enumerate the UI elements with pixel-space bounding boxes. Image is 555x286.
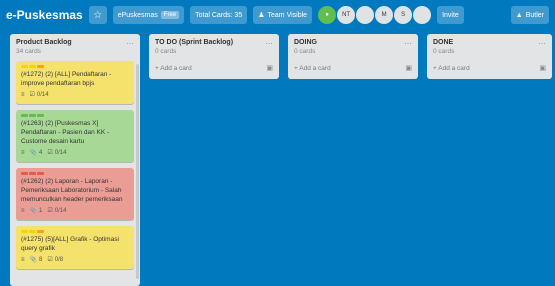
description-icon: ≡ bbox=[21, 150, 25, 156]
description-icon: ≡ bbox=[21, 92, 25, 98]
visibility-label: Team Visible bbox=[267, 11, 308, 19]
avatar[interactable]: NT bbox=[337, 6, 356, 24]
list-count: 0 cards bbox=[433, 48, 455, 55]
board-lists: Product Backlog … 34 cards (#1272) (2) [… bbox=[10, 34, 552, 286]
list-title[interactable]: TO DO (Sprint Backlog) bbox=[155, 39, 233, 46]
template-icon[interactable]: ▣ bbox=[405, 64, 412, 72]
attachment-count: 1 bbox=[39, 208, 43, 214]
card-labels bbox=[21, 172, 129, 175]
list-menu-icon[interactable]: … bbox=[404, 38, 412, 46]
card-labels bbox=[21, 65, 129, 68]
label bbox=[29, 230, 36, 233]
list-menu-icon[interactable]: … bbox=[538, 38, 546, 46]
butler-button[interactable]: ▲ Butler bbox=[510, 6, 549, 24]
member-avatars: ● NT M S bbox=[318, 6, 432, 24]
butler-icon: ▲ bbox=[515, 11, 523, 19]
avatar[interactable]: ● bbox=[318, 6, 337, 24]
label bbox=[37, 172, 44, 175]
checklist-badge: ☑ 0/14 bbox=[47, 207, 66, 216]
card-title: (#1272) (2) [ALL] Pendaftaran - improve … bbox=[21, 71, 112, 87]
avatar[interactable]: M bbox=[375, 6, 394, 24]
paperclip-icon: 📎 bbox=[29, 257, 37, 263]
avatar[interactable] bbox=[413, 6, 432, 24]
label bbox=[21, 172, 28, 175]
list-title[interactable]: DONE bbox=[433, 39, 453, 46]
card[interactable]: (#1263) (2) [Puskesmas X] Pendaftaran - … bbox=[16, 110, 134, 162]
template-icon[interactable]: ▣ bbox=[266, 64, 273, 72]
team-name: ePuskesmas bbox=[117, 11, 158, 19]
template-icon[interactable]: ▣ bbox=[539, 64, 546, 72]
card[interactable]: (#1275) (5)[ALL] Grafik - Optimasi query… bbox=[16, 226, 134, 269]
checklist-icon: ☑ bbox=[29, 92, 35, 98]
team-tag: Free bbox=[160, 11, 180, 19]
label bbox=[29, 172, 36, 175]
team-icon: ♟ bbox=[258, 12, 265, 19]
paperclip-icon: 📎 bbox=[29, 208, 37, 214]
label bbox=[37, 65, 44, 68]
paperclip-icon: 📎 bbox=[29, 150, 37, 156]
list-count: 0 cards bbox=[155, 48, 177, 55]
card-title: (#1275) (5)[ALL] Grafik - Optimasi query… bbox=[21, 236, 119, 252]
attachment-count: 4 bbox=[39, 150, 43, 156]
butler-label: Butler bbox=[525, 11, 544, 19]
list-doing: DOING … 0 cards + Add a card ▣ bbox=[288, 34, 418, 79]
team-button[interactable]: ePuskesmas Free bbox=[112, 6, 185, 24]
card-labels bbox=[21, 114, 129, 117]
checklist-icon: ☑ bbox=[47, 208, 53, 214]
board-title[interactable]: e-Puskesmas bbox=[6, 8, 83, 22]
list-done: DONE … 0 cards + Add a card ▣ bbox=[427, 34, 552, 79]
card[interactable]: (#1272) (2) [ALL] Pendaftaran - improve … bbox=[16, 61, 134, 104]
card[interactable]: (#1262) (2) Laporan - Laporan - Pemeriks… bbox=[16, 168, 134, 220]
add-card-button[interactable]: + Add a card bbox=[155, 65, 192, 72]
list-title[interactable]: DOING bbox=[294, 39, 317, 46]
board-header: e-Puskesmas ☆ ePuskesmas Free Total Card… bbox=[0, 0, 555, 30]
add-card-button[interactable]: + Add a card bbox=[294, 65, 331, 72]
checklist-count: 0/14 bbox=[54, 150, 67, 156]
add-card-button[interactable]: + Add a card bbox=[433, 65, 470, 72]
checklist-icon: ☑ bbox=[47, 257, 53, 263]
list-product-backlog: Product Backlog … 34 cards (#1272) (2) [… bbox=[10, 34, 140, 286]
star-icon[interactable]: ☆ bbox=[88, 6, 107, 24]
label bbox=[37, 114, 44, 117]
list-scrollbar[interactable] bbox=[136, 64, 139, 279]
description-icon: ≡ bbox=[21, 257, 25, 263]
label bbox=[21, 230, 28, 233]
visibility-button[interactable]: ♟ Team Visible bbox=[253, 6, 313, 24]
avatar[interactable] bbox=[356, 6, 375, 24]
checklist-count: 0/14 bbox=[36, 92, 49, 98]
card-labels bbox=[21, 230, 129, 233]
list-title[interactable]: Product Backlog bbox=[16, 39, 72, 46]
attachment-badge: 📎 1 bbox=[30, 207, 43, 216]
avatar[interactable]: S bbox=[394, 6, 413, 24]
checklist-count: 0/8 bbox=[54, 257, 64, 263]
card-title: (#1262) (2) Laporan - Laporan - Pemeriks… bbox=[21, 178, 123, 203]
card-title: (#1263) (2) [Puskesmas X] Pendaftaran - … bbox=[21, 120, 110, 145]
list-count: 0 cards bbox=[294, 48, 316, 55]
attachment-badge: 📎 8 bbox=[30, 256, 43, 265]
checklist-icon: ☑ bbox=[47, 150, 53, 156]
total-cards-button[interactable]: Total Cards: 35 bbox=[190, 6, 248, 24]
list-count: 34 cards bbox=[16, 48, 41, 55]
checklist-count: 0/14 bbox=[54, 208, 67, 214]
invite-button[interactable]: Invite bbox=[437, 6, 464, 24]
description-icon: ≡ bbox=[21, 208, 25, 214]
list-todo: TO DO (Sprint Backlog) … 0 cards + Add a… bbox=[149, 34, 279, 79]
label bbox=[29, 114, 36, 117]
label bbox=[21, 65, 28, 68]
checklist-badge: ☑ 0/14 bbox=[30, 91, 49, 100]
list-menu-icon[interactable]: … bbox=[126, 38, 134, 46]
attachment-badge: 📎 4 bbox=[30, 149, 43, 158]
checklist-badge: ☑ 0/8 bbox=[47, 256, 63, 265]
label bbox=[37, 230, 44, 233]
checklist-badge: ☑ 0/14 bbox=[47, 149, 66, 158]
label bbox=[29, 65, 36, 68]
label bbox=[21, 114, 28, 117]
list-menu-icon[interactable]: … bbox=[265, 38, 273, 46]
attachment-count: 8 bbox=[39, 257, 43, 263]
